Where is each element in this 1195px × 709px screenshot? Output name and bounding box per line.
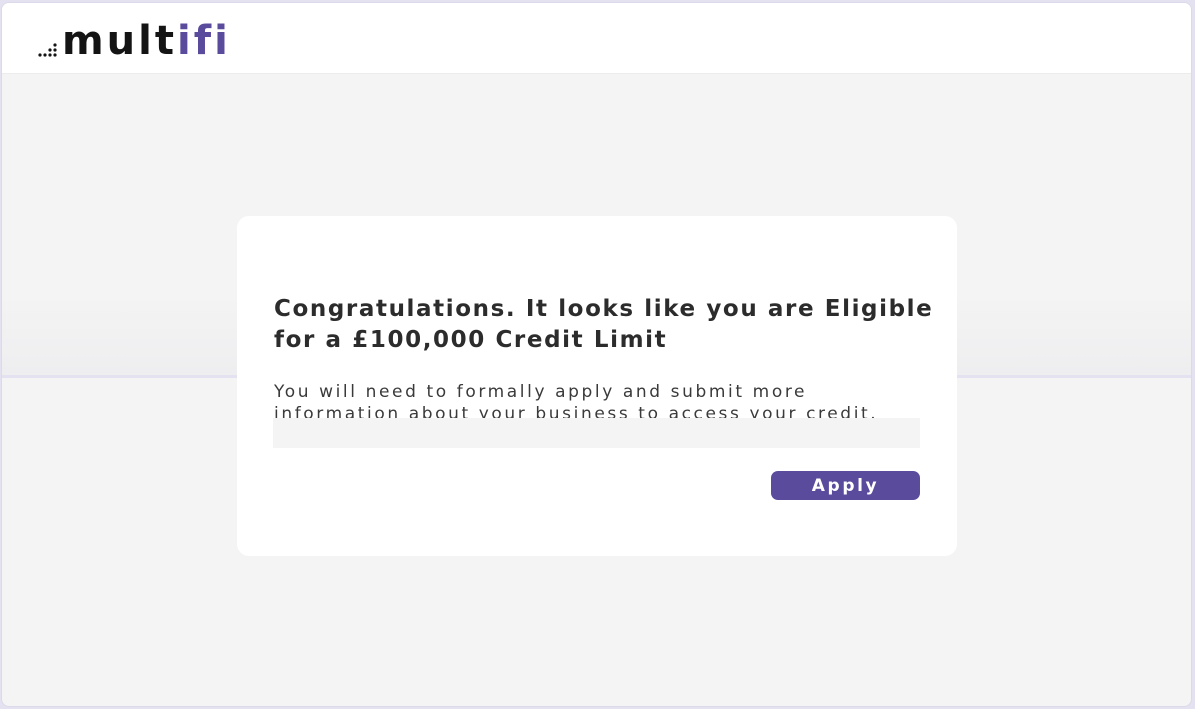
- eligibility-message-viewport: You will need to formally apply and subm…: [274, 381, 920, 419]
- top-header: multifi: [2, 3, 1191, 74]
- app-window: multifi Congratulations. It looks like y…: [1, 2, 1192, 707]
- logo-wordmark: multifi: [62, 21, 231, 61]
- message-scroll-area: [273, 418, 920, 448]
- dots-logo-icon: [38, 43, 57, 57]
- eligibility-message: You will need to formally apply and subm…: [274, 382, 879, 419]
- multifi-logo[interactable]: multifi: [38, 21, 231, 61]
- logo-text-accent: ifi: [177, 18, 231, 64]
- eligibility-title: Congratulations. It looks like you are E…: [274, 296, 934, 353]
- logo-text-main: mult: [62, 18, 177, 64]
- apply-button[interactable]: Apply: [771, 471, 920, 500]
- eligibility-card: Congratulations. It looks like you are E…: [237, 216, 957, 556]
